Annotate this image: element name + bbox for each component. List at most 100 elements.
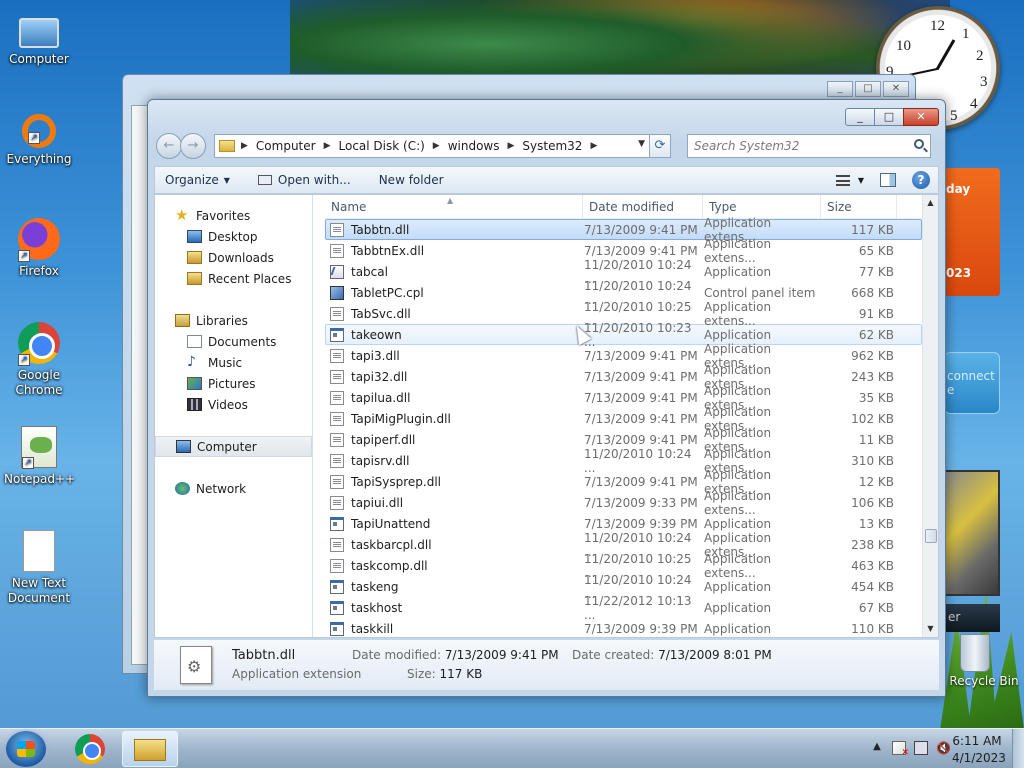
file-row[interactable]: taskhost 11/22/2012 10:13 ... Application 6…	[325, 594, 922, 622]
breadcrumb-separator-icon[interactable]: ▶	[590, 141, 597, 151]
nav-pictures[interactable]: Pictures	[155, 373, 312, 394]
column-header-size[interactable]: Size	[821, 195, 897, 219]
file-row[interactable]: TapiMigPlugin.dll 7/13/2009 9:41 PM Applic…	[325, 405, 922, 433]
file-row[interactable]: TapiSysprep.dll 7/13/2009 9:41 PM Applicat…	[325, 468, 922, 496]
show-hidden-icons-button[interactable]: ▲	[870, 741, 884, 755]
slideshow-gadget[interactable]	[944, 470, 1000, 596]
back-button[interactable]: ←	[156, 133, 182, 159]
address-dropdown-icon[interactable]: ▼	[638, 139, 645, 149]
desktop-icon-firefox[interactable]: ↗ Firefox	[4, 218, 74, 279]
file-size: 91 KB	[858, 306, 894, 321]
desktop-icon-computer[interactable]: Computer	[4, 10, 74, 67]
minimize-button[interactable]: _	[845, 108, 875, 126]
preview-pane-icon[interactable]	[880, 173, 896, 187]
nav-downloads[interactable]: Downloads	[155, 247, 312, 268]
file-name: TabSvc.dll	[351, 306, 411, 321]
breadcrumb-local-disk[interactable]: Local Disk (C:)	[339, 139, 425, 153]
desktop-icon-chrome[interactable]: ↗ Google Chrome	[4, 322, 74, 398]
change-view-button[interactable]: ▼	[835, 174, 864, 186]
clock-number: 4	[970, 96, 978, 112]
breadcrumb-separator-icon[interactable]: ▶	[508, 141, 515, 151]
breadcrumb-windows[interactable]: windows	[448, 139, 500, 153]
nav-libraries[interactable]: Libraries	[155, 310, 312, 331]
file-row[interactable]: takeown 11/20/2010 10:23 ... Application 62…	[325, 321, 922, 349]
show-desktop-button[interactable]	[1012, 729, 1024, 768]
computer-icon	[176, 440, 191, 453]
application-icon	[330, 621, 344, 636]
nav-favorites[interactable]: ★ Favorites	[155, 205, 312, 226]
file-row[interactable]: tapi3.dll 7/13/2009 9:41 PM Application ex…	[325, 342, 922, 370]
search-input[interactable]: Search System32	[687, 134, 931, 158]
nav-network[interactable]: Network	[155, 478, 312, 499]
nav-desktop[interactable]: Desktop	[155, 226, 312, 247]
desktop-icon-recycle-bin[interactable]: Recycle Bin	[944, 634, 1024, 688]
system-tray: ▲ 🔇	[870, 741, 951, 758]
scroll-up-icon[interactable]: ▲	[923, 195, 938, 211]
search-icon[interactable]	[914, 139, 924, 149]
network-gadget[interactable]: connect e	[944, 352, 1000, 414]
breadcrumb-separator-icon[interactable]: ▶	[324, 141, 331, 151]
help-icon[interactable]: ?	[912, 171, 930, 189]
file-row[interactable]: taskkill 7/13/2009 9:39 PM Application 110 …	[325, 618, 922, 637]
explorer-content: ★ Favorites Desktop Downloads Recent Pla…	[154, 194, 939, 638]
scroll-down-icon[interactable]: ▼	[923, 621, 938, 637]
volume-muted-icon[interactable]: 🔇	[936, 741, 951, 755]
taskbar-chrome-button[interactable]	[62, 731, 118, 767]
dll-file-icon	[330, 369, 344, 384]
file-row[interactable]: tapilua.dll 7/13/2009 9:41 PM Application …	[325, 384, 922, 412]
breadcrumb-system32[interactable]: System32	[522, 139, 582, 153]
file-date: 7/13/2009 9:39 PM	[584, 621, 698, 636]
column-header-date[interactable]: Date modified	[583, 195, 703, 219]
action-center-icon[interactable]	[892, 741, 909, 758]
desktop-icon-everything[interactable]: ↗ Everything	[4, 114, 74, 167]
media-gadget[interactable]: er	[944, 604, 1000, 632]
scrollbar-thumb[interactable]	[925, 529, 937, 543]
taskbar-explorer-button[interactable]	[122, 731, 178, 767]
nav-label: Videos	[208, 397, 248, 412]
open-with-icon	[257, 175, 272, 185]
file-row[interactable]: Tabbtn.dll 7/13/2009 9:41 PM Application e…	[325, 216, 922, 244]
maximize-button[interactable]: □	[855, 81, 881, 97]
vertical-scrollbar[interactable]: ▲ ▼	[922, 195, 938, 637]
nav-recent-places[interactable]: Recent Places	[155, 268, 312, 289]
file-type: Application extens...	[704, 488, 772, 517]
nav-documents[interactable]: Documents	[155, 331, 312, 352]
organize-button[interactable]: Organize ▼	[165, 173, 230, 187]
calendar-gadget[interactable]: day 023	[944, 168, 1000, 296]
clock-number: 10	[896, 38, 911, 54]
application-icon	[330, 516, 344, 531]
forward-button[interactable]: →	[180, 133, 206, 159]
nav-videos[interactable]: Videos	[155, 394, 312, 415]
start-button[interactable]	[6, 731, 46, 767]
address-bar[interactable]: ▶ Computer ▶ Local Disk (C:) ▶ windows ▶…	[214, 134, 650, 158]
file-row[interactable]: tapisrv.dll 11/20/2010 10:24 ... Applicati…	[325, 447, 922, 475]
nav-music[interactable]: ♪ Music	[155, 352, 312, 373]
recycle-bin-icon	[960, 634, 990, 672]
taskbar-clock[interactable]: 6:11 AM 4/1/2023	[952, 733, 1006, 767]
new-folder-button[interactable]: New folder	[379, 173, 444, 187]
close-button[interactable]: ✕	[903, 108, 939, 126]
column-label: Type	[709, 199, 737, 214]
desktop-icon-new-text-document[interactable]: New Text Document	[4, 530, 74, 606]
recent-places-icon	[187, 272, 202, 285]
column-header-name[interactable]: ▲ Name	[325, 195, 583, 219]
minimize-button[interactable]: _	[827, 81, 853, 97]
column-header-type[interactable]: Type	[703, 195, 821, 219]
file-name: TabletPC.cpl	[351, 285, 424, 300]
open-with-button[interactable]: Open with...	[257, 173, 351, 187]
breadcrumb-computer[interactable]: Computer	[256, 139, 316, 153]
file-row[interactable]: tapiui.dll 7/13/2009 9:33 PM Application e…	[325, 489, 922, 517]
refresh-button[interactable]: ⟳	[649, 134, 671, 158]
file-size: 12 KB	[858, 474, 894, 489]
close-button[interactable]: ✕	[883, 81, 909, 97]
chevron-down-icon: ▼	[223, 175, 230, 185]
nav-computer[interactable]: Computer	[155, 436, 312, 457]
maximize-button[interactable]: □	[874, 108, 904, 126]
file-name-cell: taskcomp.dll	[326, 558, 584, 573]
breadcrumb-separator-icon[interactable]: ▶	[433, 141, 440, 151]
breadcrumb-separator-icon[interactable]: ▶	[241, 141, 248, 151]
desktop-icon-notepadpp[interactable]: ↗ Notepad++	[4, 426, 75, 487]
explorer-window[interactable]: _ □ ✕ ← → ▶ Computer ▶ Local Disk (C:) ▶…	[147, 99, 946, 697]
file-row[interactable]: tapi32.dll 7/13/2009 9:41 PM Application e…	[325, 363, 922, 391]
network-status-icon[interactable]	[914, 741, 928, 755]
